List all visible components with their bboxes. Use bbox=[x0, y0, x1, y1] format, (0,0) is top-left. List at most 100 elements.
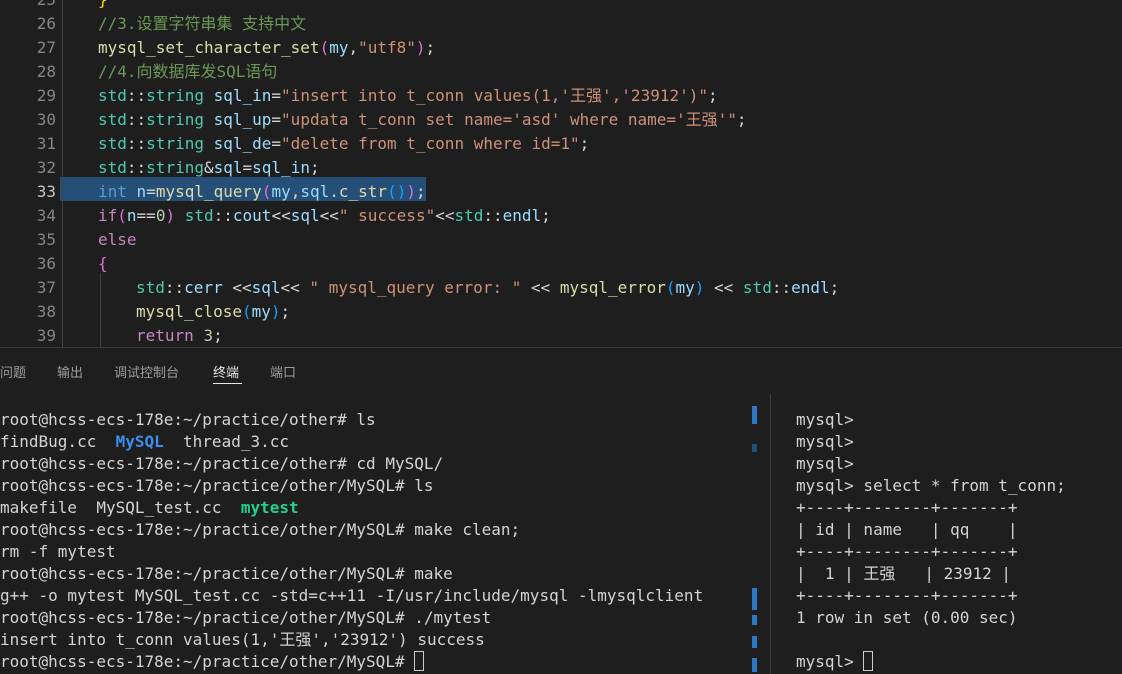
terminal-left-line: findBug.cc MySQL thread_3.cc bbox=[0, 431, 750, 453]
scroll-marker bbox=[752, 658, 757, 672]
code-token: ; bbox=[829, 278, 840, 297]
code-token: :: bbox=[126, 110, 147, 129]
code-text: //3.设置字符串集 支持中文 bbox=[98, 12, 306, 36]
active-tab-indicator bbox=[213, 383, 242, 384]
code-token: sql bbox=[290, 206, 320, 225]
line-number: 27 bbox=[36, 38, 56, 57]
tab-terminal[interactable]: 终端 bbox=[213, 362, 239, 381]
code-line[interactable]: 30 std::string sql_up="updata t_conn set … bbox=[0, 108, 1122, 132]
code-text: } bbox=[98, 0, 108, 12]
code-token: == bbox=[136, 206, 156, 225]
code-token: } bbox=[98, 0, 108, 9]
terminal-text: MySQL bbox=[115, 432, 164, 451]
code-line[interactable]: 25} bbox=[0, 0, 1122, 12]
code-line[interactable]: 34 if(n==0) std::cout<<sql<<" success"<<s… bbox=[0, 204, 1122, 228]
code-token: ( bbox=[319, 38, 330, 57]
code-token: mysql_query bbox=[155, 182, 262, 201]
code-text: std::string&sql=sql_in; bbox=[98, 156, 320, 180]
code-token: << bbox=[280, 278, 310, 297]
code-token: c_str bbox=[338, 182, 388, 201]
terminal-text: root@hcss-ecs-178e:~/practice/other/MySQ… bbox=[0, 520, 521, 539]
terminal-left[interactable]: root@hcss-ecs-178e:~/practice/other# ls f… bbox=[0, 409, 750, 673]
code-token: my bbox=[329, 38, 349, 57]
code-token: 0 bbox=[155, 206, 166, 225]
code-token: , bbox=[290, 182, 301, 201]
code-line[interactable]: 35 else bbox=[0, 228, 1122, 252]
terminal-text: mytest bbox=[240, 498, 299, 517]
panel-tabs: 问题 输出 调试控制台 终端 端口 bbox=[0, 348, 1122, 388]
terminal-left-line: root@hcss-ecs-178e:~/practice/other/MySQ… bbox=[0, 563, 750, 585]
code-line[interactable]: 37 std::cerr <<sql<< " mysql_query error:… bbox=[0, 276, 1122, 300]
code-token: mysql_error bbox=[559, 278, 666, 297]
code-token: :: bbox=[483, 206, 503, 225]
code-token: "delete from t_conn where id=1" bbox=[281, 134, 580, 153]
code-token: std bbox=[98, 134, 127, 153]
code-line[interactable]: 27 mysql_set_character_set(my,"utf8"); bbox=[0, 36, 1122, 60]
line-number: 25 bbox=[0, 0, 56, 12]
code-token: string bbox=[146, 110, 204, 129]
terminal-split-divider[interactable] bbox=[770, 394, 771, 674]
line-number: 28 bbox=[36, 62, 56, 81]
code-text: //4.向数据库发SQL语句 bbox=[98, 60, 277, 84]
code-line[interactable]: 29 std::string sql_in="insert into t_conn… bbox=[0, 84, 1122, 108]
code-text: else bbox=[98, 228, 137, 252]
code-token: return bbox=[136, 326, 194, 345]
code-token: else bbox=[98, 230, 137, 249]
code-token: :: bbox=[164, 278, 185, 297]
code-token: if bbox=[98, 206, 118, 225]
code-token: //3.设置字符串集 支持中文 bbox=[98, 14, 307, 33]
code-token: sql bbox=[300, 182, 330, 201]
code-line[interactable]: 38 mysql_close(my); bbox=[0, 300, 1122, 324]
code-token: :: bbox=[126, 86, 147, 105]
code-token: n bbox=[126, 206, 137, 225]
terminal-right-line: mysql> bbox=[796, 431, 1116, 453]
code-token: my bbox=[271, 182, 291, 201]
code-token: << bbox=[521, 278, 560, 297]
terminal-right-line: mysql> select * from t_conn; bbox=[796, 475, 1116, 497]
code-token: ) bbox=[415, 38, 426, 57]
code-line[interactable]: 33 int n=mysql_query(my,sql.c_str()); bbox=[0, 180, 1122, 204]
terminal-left-line: makefile MySQL_test.cc mytest bbox=[0, 497, 750, 519]
tab-output[interactable]: 输出 bbox=[57, 362, 83, 381]
terminal-right[interactable]: mysql> mysql> mysql> mysql> select * from t… bbox=[796, 409, 1116, 673]
code-token: std bbox=[184, 206, 214, 225]
tab-ports[interactable]: 端口 bbox=[270, 362, 296, 381]
tab-debug-console[interactable]: 调试控制台 bbox=[114, 362, 179, 381]
code-line[interactable]: 32 std::string&sql=sql_in; bbox=[0, 156, 1122, 180]
code-line[interactable]: 28 //4.向数据库发SQL语句 bbox=[0, 60, 1122, 84]
code-token: ; bbox=[579, 134, 590, 153]
code-token: = bbox=[271, 134, 282, 153]
scroll-marker bbox=[752, 636, 757, 648]
code-token: = bbox=[146, 182, 156, 201]
code-text: if(n==0) std::cout<<sql<<" success"<<std… bbox=[98, 204, 551, 228]
code-line[interactable]: 39 return 3; bbox=[0, 324, 1122, 347]
code-token: ; bbox=[708, 86, 718, 105]
code-token: ; bbox=[541, 206, 551, 225]
terminal-left-line: root@hcss-ecs-178e:~/practice/other/MySQ… bbox=[0, 519, 750, 541]
code-token: << bbox=[319, 206, 339, 225]
code-token: std bbox=[454, 206, 484, 225]
code-line[interactable]: 26 //3.设置字符串集 支持中文 bbox=[0, 12, 1122, 36]
line-number: 30 bbox=[36, 110, 56, 129]
terminal-left-line: insert into t_conn values(1,'王强','23912'… bbox=[0, 629, 750, 651]
code-line[interactable]: 36 { bbox=[0, 252, 1122, 276]
terminal-right-line: | id | name | qq | bbox=[796, 519, 1116, 541]
terminal-text: mysql> bbox=[796, 410, 854, 429]
terminal-text: | 1 | 王强 | 23912 | bbox=[796, 564, 1012, 583]
code-token: endl bbox=[502, 206, 542, 225]
terminal-text: +----+--------+-------+ bbox=[796, 498, 1018, 517]
code-text: mysql_set_character_set(my,"utf8"); bbox=[98, 36, 435, 60]
line-number: 33 bbox=[36, 182, 56, 201]
code-token: string bbox=[146, 134, 204, 153]
terminal-text: root@hcss-ecs-178e:~/practice/other# cd … bbox=[0, 454, 444, 473]
terminal-text: root@hcss-ecs-178e:~/practice/other# ls bbox=[0, 410, 376, 429]
line-number: 37 bbox=[36, 278, 56, 297]
tab-problems[interactable]: 问题 bbox=[0, 362, 26, 381]
code-line[interactable]: 31 std::string sql_de="delete from t_conn… bbox=[0, 132, 1122, 156]
code-token: std bbox=[98, 158, 127, 177]
code-token: string bbox=[146, 158, 204, 177]
code-text: std::string sql_de="delete from t_conn w… bbox=[98, 132, 589, 156]
terminal-right-line bbox=[796, 629, 1116, 651]
code-editor[interactable]: 25} 26 //3.设置字符串集 支持中文 27 mysql_set_characte… bbox=[0, 0, 1122, 347]
